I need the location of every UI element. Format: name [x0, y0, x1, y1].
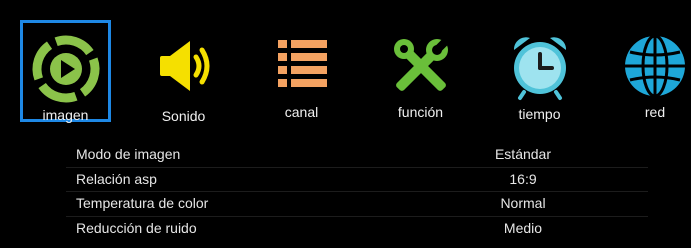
setting-value: Medio — [503, 219, 543, 236]
tab-sonido[interactable]: Sonido — [136, 20, 231, 124]
tab-label: función — [397, 104, 444, 120]
globe-icon — [619, 30, 691, 102]
menu-bar: imagen Sonido canal función tiempo red — [0, 0, 691, 134]
tab-funcion[interactable]: función — [373, 20, 468, 122]
setting-name: Relación asp — [76, 170, 157, 187]
tab-canal[interactable]: canal — [254, 20, 349, 122]
setting-row-color-temperature[interactable]: Temperatura de color Normal — [66, 192, 648, 217]
setting-row-picture-mode[interactable]: Modo de imagen Estándar — [66, 143, 648, 168]
setting-value: Normal — [500, 195, 546, 211]
tab-label: imagen — [42, 107, 89, 123]
alarm-clock-icon — [504, 30, 576, 102]
setting-value: 16:9 — [509, 170, 537, 187]
setting-row-aspect-ratio[interactable]: Relación asp 16:9 — [66, 168, 648, 192]
tab-label: Sonido — [161, 108, 206, 124]
tab-label: red — [644, 104, 666, 120]
tab-label: canal — [284, 104, 319, 120]
tab-red[interactable]: red — [602, 20, 691, 122]
setting-name: Modo de imagen — [76, 146, 181, 162]
tab-imagen[interactable]: imagen — [20, 20, 111, 123]
speaker-icon — [148, 30, 220, 102]
setting-name: Temperatura de color — [76, 195, 209, 211]
list-icon — [266, 30, 338, 102]
setting-value: Estándar — [494, 146, 552, 162]
setting-name: Reducción de ruido — [76, 219, 197, 236]
settings-list: Modo de imagen Estándar Relación asp 16:… — [66, 143, 648, 240]
tab-label: tiempo — [518, 106, 561, 122]
tools-icon — [385, 30, 457, 102]
setting-row-noise-reduction[interactable]: Reducción de ruido Medio — [66, 217, 648, 241]
tab-tiempo[interactable]: tiempo — [492, 20, 587, 122]
play-icon — [30, 33, 102, 105]
